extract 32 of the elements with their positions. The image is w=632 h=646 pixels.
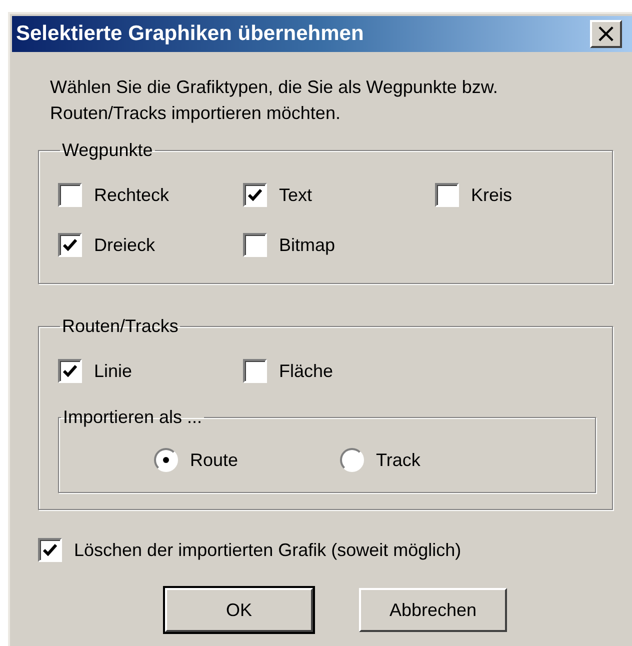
checkbox-label[interactable]: Bitmap xyxy=(279,234,336,256)
checkbox[interactable] xyxy=(38,538,62,562)
dialog-button[interactable]: Abbrechen xyxy=(359,588,507,632)
checkbox[interactable] xyxy=(243,183,267,207)
radio-label[interactable]: Route xyxy=(190,450,238,470)
group-title: Wegpunkte xyxy=(61,140,154,161)
checkbox-label[interactable]: Dreieck xyxy=(94,234,156,256)
checkbox[interactable] xyxy=(243,359,267,383)
checkbox[interactable] xyxy=(243,233,267,257)
checkbox-label[interactable]: Fläche xyxy=(279,360,334,382)
dialog-button[interactable]: OK xyxy=(165,588,313,632)
checkbox[interactable] xyxy=(58,183,82,207)
check-icon xyxy=(63,239,77,251)
check-icon xyxy=(248,189,262,201)
checkbox[interactable] xyxy=(435,183,459,207)
checkbox-label[interactable]: Löschen der importierten Grafik (soweit möglich) xyxy=(74,540,462,560)
checkbox-label[interactable]: Text xyxy=(279,184,312,206)
checkbox-label[interactable]: Linie xyxy=(94,360,132,382)
radio-button[interactable] xyxy=(154,448,178,472)
checkbox-label[interactable]: Rechteck xyxy=(94,184,170,206)
checkbox[interactable] xyxy=(58,359,82,383)
check-icon xyxy=(43,544,57,556)
radio-button[interactable] xyxy=(340,448,364,472)
group-title: Routen/Tracks xyxy=(61,316,180,337)
close-button[interactable]: × xyxy=(590,20,622,48)
window-title: Selektierte Graphiken übernehmen xyxy=(16,22,364,46)
group-title: Importieren als ... xyxy=(62,407,204,428)
check-icon xyxy=(63,365,77,377)
instruction-text: Wählen Sie die Grafiktypen, die Sie als Wegpunkte bzw. Routen/Tracks importieren möchten. xyxy=(50,76,499,125)
checkbox[interactable] xyxy=(58,233,82,257)
radio-label[interactable]: Track xyxy=(376,450,420,470)
checkbox-label[interactable]: Kreis xyxy=(471,184,512,206)
